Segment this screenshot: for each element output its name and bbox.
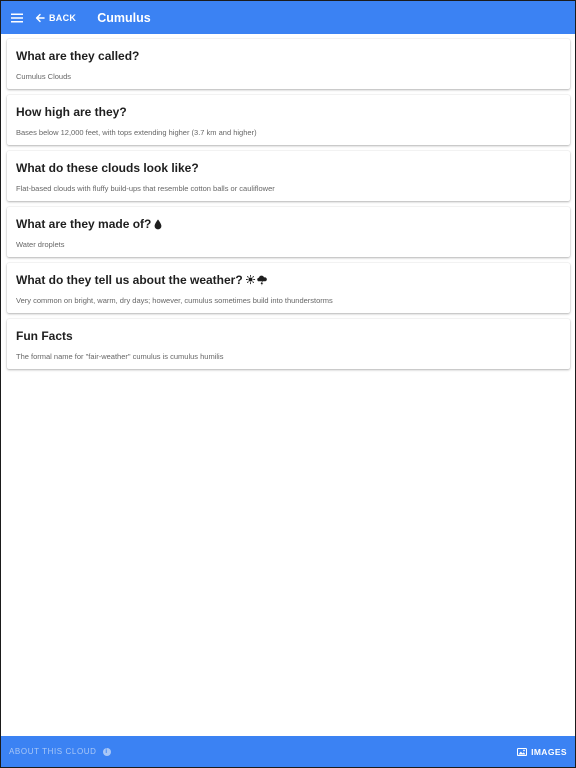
- sun-and-storm-cloud-icon: [245, 274, 268, 286]
- card-appearance: What do these clouds look like? Flat-bas…: [7, 151, 570, 201]
- water-drop-icon: [154, 219, 162, 230]
- images-button[interactable]: IMAGES: [517, 747, 567, 757]
- arrow-left-icon: [35, 13, 45, 22]
- card-title: What are they called?: [16, 49, 139, 63]
- app-bar: BACK Cumulus: [1, 1, 575, 34]
- card-title: What do these clouds look like?: [16, 161, 199, 175]
- image-icon: [517, 747, 528, 756]
- card-fun-facts: Fun Facts The formal name for "fair-weat…: [7, 319, 570, 369]
- card-title-text: What are they made of?: [16, 217, 152, 231]
- menu-icon: [11, 13, 23, 22]
- about-label: ABOUT THIS CLOUD: [9, 747, 97, 756]
- card-title-text: What do these clouds look like?: [16, 161, 199, 175]
- card-name: What are they called? Cumulus Clouds: [7, 39, 570, 89]
- card-body: Flat-based clouds with fluffy build-ups …: [16, 184, 275, 193]
- card-title: How high are they?: [16, 105, 127, 119]
- card-title-text: How high are they?: [16, 105, 127, 119]
- card-composition: What are they made of? Water droplets: [7, 207, 570, 257]
- back-label: BACK: [49, 12, 77, 23]
- card-title: What are they made of?: [16, 217, 162, 231]
- images-label: IMAGES: [531, 746, 567, 757]
- info-icon: i: [102, 747, 111, 756]
- card-height: How high are they? Bases below 12,000 fe…: [7, 95, 570, 145]
- card-body: Bases below 12,000 feet, with tops exten…: [16, 128, 257, 137]
- card-title: What do they tell us about the weather?: [16, 273, 268, 287]
- card-body: Very common on bright, warm, dry days; h…: [16, 296, 333, 305]
- card-title-text: What are they called?: [16, 49, 140, 63]
- card-list: What are they called? Cumulus Clouds How…: [7, 39, 570, 375]
- card-title-text: What do they tell us about the weather?: [16, 273, 243, 287]
- bottom-bar: ABOUT THIS CLOUD i IMAGES: [1, 736, 575, 767]
- card-title: Fun Facts: [16, 329, 73, 343]
- about-this-cloud-button[interactable]: ABOUT THIS CLOUD i: [9, 747, 111, 756]
- app-frame: BACK Cumulus What are they called? Cumul…: [0, 0, 576, 768]
- card-title-text: Fun Facts: [16, 329, 73, 343]
- page-title: Cumulus: [97, 10, 151, 25]
- card-body: Water droplets: [16, 240, 65, 249]
- card-body: Cumulus Clouds: [16, 72, 72, 81]
- card-weather: What do they tell us about the weather?: [7, 263, 570, 313]
- card-body: The formal name for "fair-weather" cumul…: [16, 352, 224, 361]
- back-button[interactable]: BACK: [35, 1, 76, 34]
- menu-button[interactable]: [1, 1, 33, 34]
